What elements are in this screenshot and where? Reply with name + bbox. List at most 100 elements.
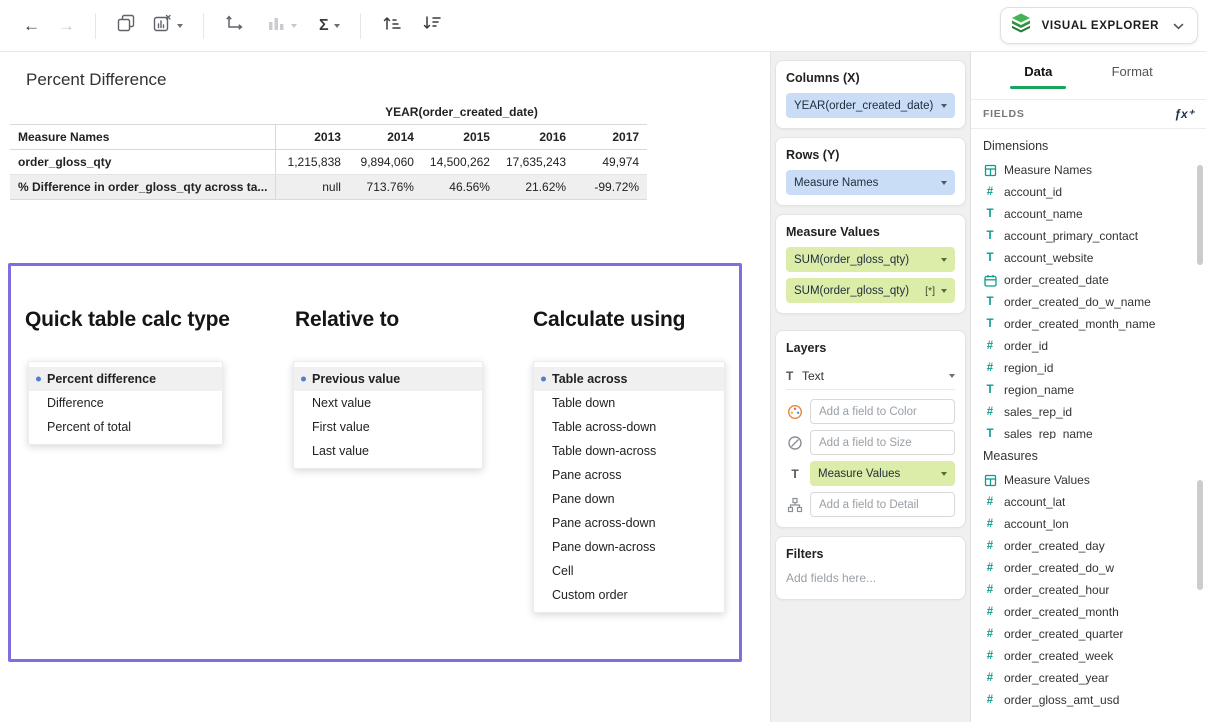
visual-explorer-logo-icon (1010, 12, 1032, 39)
visual-explorer-button[interactable]: VISUAL EXPLORER (1000, 7, 1198, 44)
calculate-using-option[interactable]: Pane down-across (534, 535, 724, 559)
aggregate-button[interactable]: Σ (314, 13, 345, 39)
field-item[interactable]: # order_created_year (971, 667, 1206, 689)
filters-dropzone[interactable]: Add fields here... (786, 569, 955, 589)
detail-field-input[interactable] (810, 492, 955, 517)
field-item[interactable]: # account_lon (971, 513, 1206, 535)
swap-axes-button[interactable] (219, 9, 251, 42)
chevron-down-icon (941, 104, 947, 108)
field-item[interactable]: order_created_date (971, 269, 1206, 291)
measure-pill[interactable]: SUM(order_gloss_qty) [*] (786, 278, 955, 303)
field-item[interactable]: T order_created_do_w_name (971, 291, 1206, 313)
field-item[interactable]: # order_created_hour (971, 579, 1206, 601)
measure-pill[interactable]: SUM(order_gloss_qty) (786, 247, 955, 272)
mark-type-select[interactable]: T Text (786, 363, 955, 390)
color-field-input[interactable] (810, 399, 955, 424)
calculate-using-option[interactable]: Table down (534, 391, 724, 415)
tab-data[interactable]: Data (1018, 52, 1058, 90)
rows-shelf-title: Rows (Y) (786, 148, 955, 162)
table-cell: 14,500,262 (422, 150, 498, 175)
field-item[interactable]: # account_id (971, 181, 1206, 203)
sort-ascending-button[interactable] (376, 9, 408, 42)
color-target-icon (786, 404, 804, 420)
calculate-using-option[interactable]: Table across (534, 367, 724, 391)
tab-format[interactable]: Format (1106, 52, 1159, 90)
calc-type-option[interactable]: Difference (29, 391, 222, 415)
calculate-using-option[interactable]: Cell (534, 559, 724, 583)
calculate-using-option[interactable]: Pane across (534, 463, 724, 487)
calculate-using-option[interactable]: Custom order (534, 583, 724, 607)
relative-to-option[interactable]: Last value (294, 439, 482, 463)
field-item[interactable]: # sales_rep_id (971, 401, 1206, 423)
text-icon: T (983, 230, 997, 242)
field-item[interactable]: Measure Names (971, 159, 1206, 181)
field-item[interactable]: T sales_rep_name (971, 423, 1206, 439)
size-field-input[interactable] (810, 430, 955, 455)
visual-explorer-label: VISUAL EXPLORER (1042, 20, 1159, 32)
pill-label: YEAR(order_created_date) (794, 100, 935, 112)
calculate-using-option[interactable]: Pane across-down (534, 511, 724, 535)
duplicate-viz-button[interactable] (111, 9, 141, 42)
option-label: Cell (552, 564, 574, 578)
field-item[interactable]: T account_name (971, 203, 1206, 225)
pill-suffix: [*] (925, 285, 935, 297)
toolbar-divider (203, 13, 204, 39)
calculate-using-option[interactable]: Pane down (534, 487, 724, 511)
field-label: account_primary_contact (1004, 229, 1138, 243)
sort-descending-button[interactable] (416, 9, 448, 42)
calc-type-option[interactable]: Percent difference (29, 367, 222, 391)
column-header: 2015 (422, 125, 498, 150)
field-item[interactable]: # order_created_do_w (971, 557, 1206, 579)
number-icon: # (983, 562, 997, 574)
field-item[interactable]: # account_lat (971, 491, 1206, 513)
field-item[interactable]: # order_id (971, 335, 1206, 357)
filters-title: Filters (786, 547, 955, 561)
chart-type-button[interactable] (261, 9, 302, 42)
field-item[interactable]: # order_created_month (971, 601, 1206, 623)
text-icon: T (983, 208, 997, 220)
field-item[interactable]: T account_primary_contact (971, 225, 1206, 247)
chevron-down-icon (941, 472, 947, 476)
toolbar-divider (360, 13, 361, 39)
selected-dot-icon (36, 377, 41, 382)
columns-pill[interactable]: YEAR(order_created_date) (786, 93, 955, 118)
field-label: order_created_month (1004, 605, 1119, 619)
relative-to-option[interactable]: Previous value (294, 367, 482, 391)
option-label: Pane across-down (552, 516, 656, 530)
back-button[interactable]: ← (18, 13, 45, 38)
field-item[interactable]: T region_name (971, 379, 1206, 401)
field-item[interactable]: # order_created_day (971, 535, 1206, 557)
table-cell: null (276, 175, 349, 200)
option-label: Table across-down (552, 420, 656, 434)
calc-type-option[interactable]: Percent of total (29, 415, 222, 439)
field-item[interactable]: T account_website (971, 247, 1206, 269)
field-item[interactable]: # order_created_week (971, 645, 1206, 667)
measure-values-title: Measure Values (786, 225, 955, 239)
add-calculated-field-icon[interactable]: ƒx⁺ (1174, 107, 1194, 121)
relative-to-option[interactable]: Next value (294, 391, 482, 415)
forward-button[interactable]: → (53, 13, 80, 38)
chevron-down-icon (949, 374, 955, 378)
field-item[interactable]: # order_created_quarter (971, 623, 1206, 645)
option-label: Table down (552, 396, 615, 410)
option-label: Pane down (552, 492, 615, 506)
field-label: order_created_do_w (1004, 561, 1114, 575)
field-item[interactable]: Measure Values (971, 469, 1206, 491)
field-item[interactable]: # region_id (971, 357, 1206, 379)
mark-type-label: Text (802, 369, 944, 383)
rows-pill[interactable]: Measure Names (786, 170, 955, 195)
text-target-pill[interactable]: Measure Values (810, 461, 955, 486)
field-item[interactable]: # order_gloss_amt_usd (971, 689, 1206, 711)
calculate-using-option[interactable]: Table down-across (534, 439, 724, 463)
remove-viz-button[interactable] (147, 9, 188, 42)
option-label: Custom order (552, 588, 628, 602)
number-icon: # (983, 340, 997, 352)
dimensions-scrollbar[interactable] (1197, 165, 1203, 265)
field-item[interactable]: T order_created_month_name (971, 313, 1206, 335)
viz-table: YEAR(order_created_date) Measure Names 2… (10, 100, 647, 200)
relative-to-option[interactable]: First value (294, 415, 482, 439)
selected-dot-icon (541, 377, 546, 382)
calculate-using-option[interactable]: Table across-down (534, 415, 724, 439)
column-header: 2013 (276, 125, 349, 150)
measures-scrollbar[interactable] (1197, 480, 1203, 590)
